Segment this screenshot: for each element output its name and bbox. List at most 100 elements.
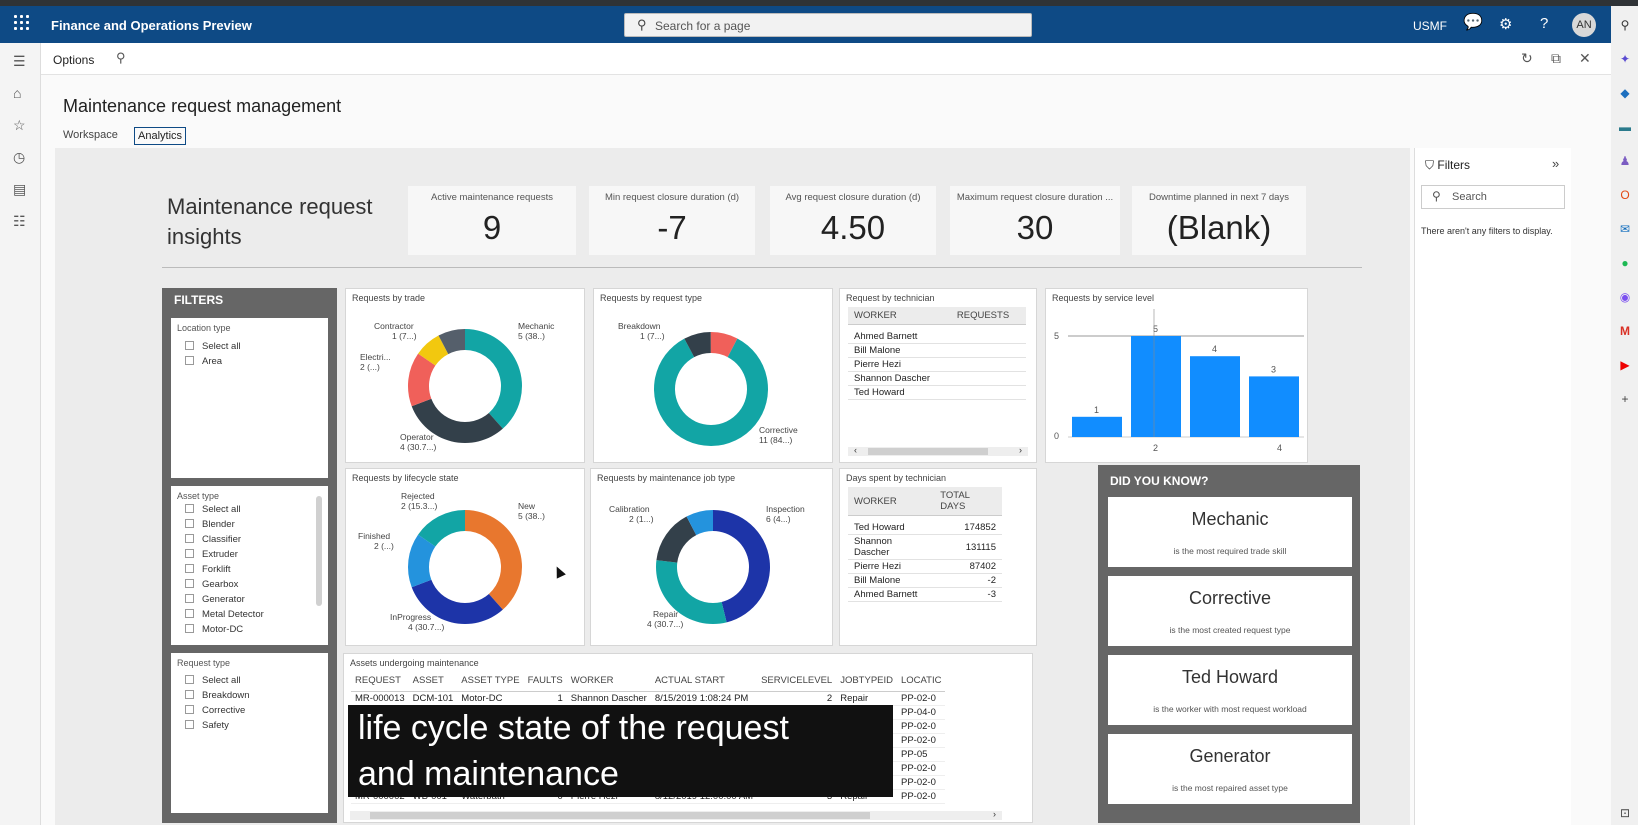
briefcase-icon[interactable]: ▬ bbox=[1618, 120, 1632, 134]
company-selector[interactable]: USMF bbox=[1413, 19, 1447, 33]
donut-slice[interactable] bbox=[465, 510, 522, 610]
help-icon[interactable]: ? bbox=[1540, 15, 1548, 32]
slicer-option[interactable]: Generator bbox=[185, 594, 245, 605]
table-cell[interactable]: PP-04-0 bbox=[897, 705, 946, 720]
requests-by-request-type-chart[interactable]: Requests by request type Breakdown 1 (7.… bbox=[593, 288, 833, 463]
checkbox[interactable] bbox=[185, 341, 194, 350]
table-cell[interactable]: PP-02-0 bbox=[897, 733, 946, 748]
tab-analytics[interactable]: Analytics bbox=[134, 127, 187, 145]
checkbox[interactable] bbox=[185, 624, 194, 633]
table-cell[interactable]: Shannon Dascher bbox=[848, 371, 951, 386]
scroll-thumb[interactable] bbox=[370, 812, 870, 819]
requests-by-lifecycle-chart[interactable]: Requests by lifecycle state Rejected 2 (… bbox=[345, 468, 585, 646]
insight-card[interactable]: Mechanic is the most required trade skil… bbox=[1108, 497, 1352, 567]
table-row[interactable]: MR-000013 DCM-101 Motor-DC 1 Shannon Dascher… bbox=[351, 691, 946, 706]
table-cell[interactable] bbox=[950, 324, 1026, 344]
office-icon[interactable]: O bbox=[1618, 188, 1632, 202]
checkbox[interactable] bbox=[185, 519, 194, 528]
slicer-option[interactable]: Motor-DC bbox=[185, 624, 243, 635]
avatar[interactable]: AN bbox=[1572, 13, 1596, 37]
app-launcher-icon[interactable] bbox=[14, 15, 32, 33]
checkbox[interactable] bbox=[185, 504, 194, 513]
table-cell[interactable]: Ahmed Barnett bbox=[848, 324, 951, 344]
table-cell[interactable]: PP-02-0 bbox=[897, 761, 946, 776]
table-cell[interactable]: 87402 bbox=[934, 559, 1002, 574]
checkbox[interactable] bbox=[185, 356, 194, 365]
slicer-option[interactable]: Extruder bbox=[185, 549, 238, 560]
service-level-bar[interactable] bbox=[1131, 336, 1181, 437]
checkbox[interactable] bbox=[185, 609, 194, 618]
table-cell[interactable]: PP-02-0 bbox=[897, 719, 946, 734]
open-new-window-icon[interactable]: ⧉ bbox=[1551, 50, 1561, 67]
kpi-max-closure[interactable]: Maximum request closure duration ... 30 bbox=[950, 186, 1120, 255]
scroll-left-icon[interactable]: ‹ bbox=[854, 445, 857, 455]
table-cell[interactable]: -2 bbox=[934, 573, 1002, 588]
slicer-option[interactable]: Select all bbox=[185, 341, 241, 352]
refresh-icon[interactable]: ↻ bbox=[1521, 50, 1533, 67]
table-cell[interactable]: Ahmed Barnett bbox=[848, 587, 935, 602]
requests-by-service-level-chart[interactable]: Requests by service level 5 0 2 4 1543 bbox=[1045, 288, 1308, 463]
service-level-bar[interactable] bbox=[1190, 356, 1240, 437]
scroll-thumb[interactable] bbox=[868, 448, 988, 455]
slicer-option[interactable]: Gearbox bbox=[185, 579, 238, 590]
insight-card[interactable]: Generator is the most repaired asset typ… bbox=[1108, 734, 1352, 804]
table-cell[interactable]: Shannon Dascher bbox=[848, 534, 935, 560]
scroll-right-icon[interactable]: › bbox=[1019, 445, 1022, 455]
clock-icon[interactable]: ◷ bbox=[13, 149, 25, 166]
kpi-downtime[interactable]: Downtime planned in next 7 days (Blank) bbox=[1132, 186, 1306, 255]
table-cell[interactable]: 174852 bbox=[934, 515, 1002, 535]
service-level-bar[interactable] bbox=[1249, 376, 1299, 437]
spotify-icon[interactable]: ● bbox=[1618, 256, 1632, 270]
kpi-min-closure[interactable]: Min request closure duration (d) -7 bbox=[589, 186, 755, 255]
column-header[interactable]: WORKER bbox=[848, 487, 935, 516]
table-cell[interactable]: Bill Malone bbox=[848, 343, 951, 358]
outlook-icon[interactable]: ✉ bbox=[1618, 222, 1632, 236]
slicer-option[interactable]: Select all bbox=[185, 504, 241, 515]
kpi-avg-closure[interactable]: Avg request closure duration (d) 4.50 bbox=[770, 186, 936, 255]
table-cell[interactable]: 2 bbox=[757, 691, 837, 706]
requests-by-job-type-chart[interactable]: Requests by maintenance job type Calibra… bbox=[590, 468, 833, 646]
home-icon[interactable]: ⌂ bbox=[13, 85, 21, 101]
search-icon[interactable]: ⚲ bbox=[1618, 18, 1632, 32]
add-icon[interactable]: + bbox=[1618, 392, 1632, 406]
column-header[interactable]: WORKER bbox=[566, 672, 651, 692]
column-header[interactable]: ASSET bbox=[408, 672, 458, 692]
donut-slice[interactable] bbox=[654, 338, 768, 446]
slicer-option[interactable]: Blender bbox=[185, 519, 235, 530]
insight-card[interactable]: Ted Howard is the worker with most reque… bbox=[1108, 655, 1352, 725]
table-cell[interactable] bbox=[950, 371, 1026, 386]
kpi-active-requests[interactable]: Active maintenance requests 9 bbox=[408, 186, 576, 255]
page-search-input[interactable]: ⚲ Search for a page bbox=[624, 13, 1032, 37]
scroll-right-icon[interactable]: › bbox=[993, 809, 996, 819]
column-header[interactable]: SERVICELEVEL bbox=[757, 672, 837, 692]
table-cell[interactable]: Bill Malone bbox=[848, 573, 935, 588]
requests-by-trade-chart[interactable]: Requests by trade Contractor 1 (7...) Me… bbox=[345, 288, 585, 463]
table-cell[interactable]: 8/15/2019 1:08:24 PM bbox=[650, 691, 758, 706]
checkbox[interactable] bbox=[185, 690, 194, 699]
column-header[interactable]: REQUEST bbox=[351, 672, 409, 692]
column-header[interactable]: REQUESTS bbox=[950, 307, 1026, 325]
table-cell[interactable]: Pierre Hezi bbox=[848, 357, 951, 372]
table-cell[interactable]: 131115 bbox=[934, 534, 1002, 560]
slicer-scrollbar[interactable] bbox=[316, 496, 322, 606]
app-title[interactable]: Finance and Operations Preview bbox=[51, 18, 252, 33]
donut-slice[interactable] bbox=[465, 329, 522, 429]
table-cell[interactable]: MR-000013 bbox=[351, 691, 409, 706]
chat-icon[interactable]: 💬 bbox=[1463, 12, 1483, 32]
table-cell[interactable]: 1 bbox=[523, 691, 567, 706]
slicer-option[interactable]: Metal Detector bbox=[185, 609, 264, 620]
slicer-option[interactable]: Safety bbox=[185, 720, 229, 731]
horizontal-scrollbar[interactable]: ‹ › bbox=[848, 445, 1028, 456]
modules-icon[interactable]: ☷ bbox=[13, 213, 26, 230]
service-level-bar[interactable] bbox=[1072, 416, 1122, 437]
table-cell[interactable]: PP-02-0 bbox=[897, 691, 946, 706]
slicer-option[interactable]: Select all bbox=[185, 675, 241, 686]
checkbox[interactable] bbox=[185, 720, 194, 729]
table-cell[interactable]: DCM-101 bbox=[408, 691, 458, 706]
column-header[interactable]: TOTAL DAYS bbox=[934, 487, 1002, 516]
filters-search-input[interactable]: ⚲ Search bbox=[1421, 185, 1565, 209]
copilot-icon[interactable]: ✦ bbox=[1618, 52, 1632, 66]
collapse-pane-icon[interactable]: » bbox=[1552, 156, 1559, 171]
table-cell[interactable] bbox=[950, 357, 1026, 372]
slicer-option[interactable]: Area bbox=[185, 356, 222, 367]
